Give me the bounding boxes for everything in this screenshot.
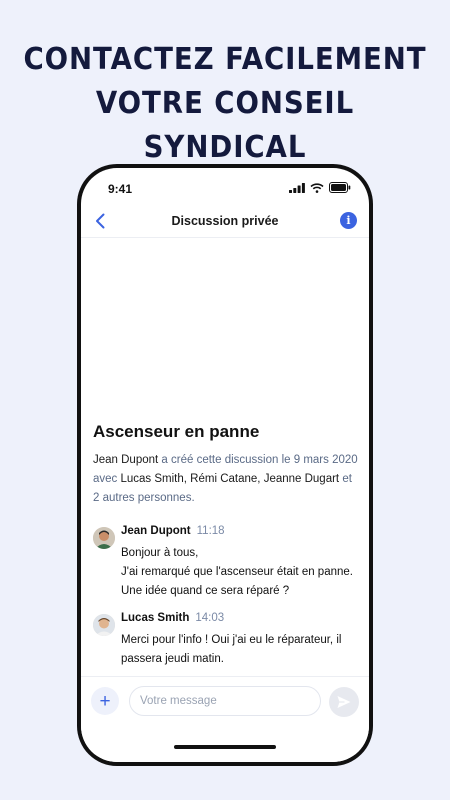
message-header: Jean Dupont 11:18	[121, 525, 225, 537]
message-text-line: Merci pour l'info ! Oui j'ai eu le répar…	[121, 634, 342, 665]
user-avatar-icon	[93, 527, 115, 549]
message-author[interactable]: Lucas Smith	[121, 612, 189, 624]
message-author[interactable]: Jean Dupont	[121, 525, 191, 537]
message-time: 14:03	[195, 612, 225, 624]
topic-participant[interactable]: Lucas Smith	[121, 473, 184, 485]
phone-frame: 9:41 Discussion privée i Ascenseur en pa…	[77, 164, 373, 766]
promo-headline: CONTACTEZ FACILEMENT VOTRE CONSEIL SYNDI…	[18, 38, 432, 170]
status-bar: 9:41	[81, 168, 369, 208]
status-time: 9:41	[108, 182, 133, 196]
info-icon: i	[346, 214, 351, 227]
topic-creator[interactable]: Jean Dupont	[93, 454, 158, 466]
message-body: Merci pour l'info ! Oui j'ai eu le répar…	[121, 631, 366, 669]
signal-icon	[289, 182, 305, 193]
avatar[interactable]	[93, 527, 115, 549]
info-button[interactable]: i	[340, 212, 357, 229]
plus-icon: +	[99, 690, 111, 712]
message-body: Bonjour à tous, J'ai remarqué que l'asce…	[121, 544, 366, 601]
wifi-icon	[310, 182, 324, 193]
message-input[interactable]	[129, 686, 321, 716]
topic-participant[interactable]: Jeanne Dugart	[264, 473, 339, 485]
home-indicator	[174, 745, 276, 749]
topic-meta: Jean Dupont a créé cette discussion le 9…	[93, 451, 358, 508]
topic-title: Ascenseur en panne	[93, 422, 260, 441]
battery-icon	[329, 182, 351, 193]
message-time: 11:18	[196, 525, 225, 537]
message-composer: +	[81, 676, 369, 762]
status-icons	[289, 182, 351, 193]
send-button[interactable]	[329, 687, 359, 717]
message-header: Lucas Smith 14:03	[121, 612, 224, 624]
add-attachment-button[interactable]: +	[91, 687, 119, 715]
message-text-line: J'ai remarqué que l'ascenseur était en p…	[121, 566, 353, 597]
promo-headline-line1: CONTACTEZ FACILEMENT	[23, 42, 427, 77]
avatar[interactable]	[93, 614, 115, 636]
user-avatar-icon	[93, 614, 115, 636]
promo-headline-line2: VOTRE CONSEIL SYNDICAL	[95, 86, 355, 165]
message-text-line: Bonjour à tous,	[121, 547, 199, 559]
page-title: Discussion privée	[171, 214, 279, 228]
topic-participant[interactable]: Rémi Catane	[190, 473, 257, 485]
phone-screen: 9:41 Discussion privée i Ascenseur en pa…	[81, 168, 369, 762]
send-icon	[337, 696, 351, 708]
navbar: Discussion privée i	[81, 208, 369, 238]
